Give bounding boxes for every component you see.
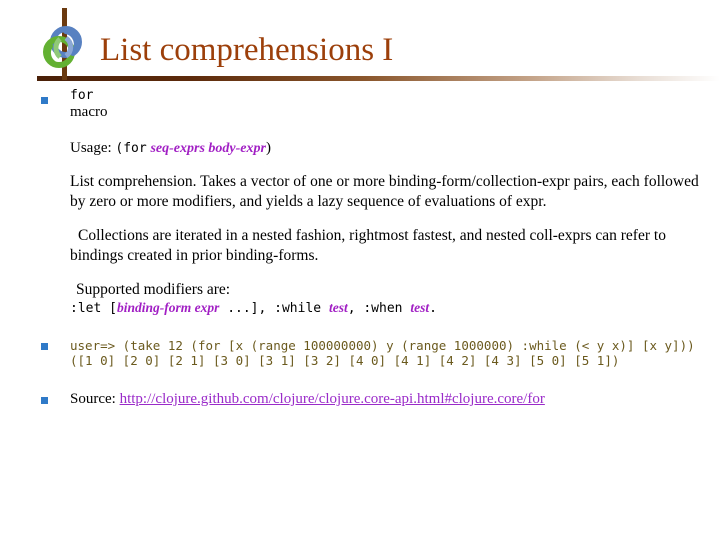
header-divider: [37, 76, 720, 81]
let-keyword: :let: [70, 301, 102, 316]
let-params: binding-form expr: [116, 300, 220, 315]
clojure-logo-icon: [40, 24, 88, 72]
when-param: test: [410, 300, 430, 315]
while-keyword: :while: [274, 301, 322, 316]
repl-input-line: user=> (take 12 (for [x (range 100000000…: [70, 338, 712, 353]
page-title: List comprehensions I: [100, 32, 394, 68]
usage-line: Usage: (for seq-exprs body-expr): [0, 139, 720, 158]
when-period: .: [429, 301, 437, 316]
repl-input: (take 12 (for [x (range 100000000) y (ra…: [115, 338, 695, 353]
slide-body: for macro Usage: (for seq-exprs body-exp…: [0, 88, 720, 409]
symbol-bullet-item: for macro: [0, 88, 720, 121]
while-separator: ,: [347, 301, 356, 316]
repl-prompt: user=>: [70, 338, 116, 353]
source-link[interactable]: http://clojure.github.com/clojure/clojur…: [120, 391, 545, 407]
source-label: Source:: [70, 391, 116, 407]
description-paragraph: List comprehension. Takes a vector of on…: [70, 173, 699, 210]
symbol-kind: macro: [70, 104, 108, 120]
usage-params: seq-exprs body-expr: [150, 141, 266, 156]
modifiers-section: Supported modifiers are: :let [binding-f…: [0, 280, 720, 318]
let-ellipsis: ...: [227, 301, 251, 316]
usage-close-paren: ): [265, 140, 271, 156]
while-param: test: [328, 300, 348, 315]
slide-header: List comprehensions I: [0, 0, 720, 88]
source-bullet-item: Source: http://clojure.github.com/clojur…: [0, 390, 720, 409]
bullet-square-icon: [41, 343, 48, 350]
usage-open-paren: (for: [115, 141, 147, 156]
modifiers-title: Supported modifiers are:: [76, 281, 231, 298]
usage-label: Usage:: [70, 140, 112, 156]
collections-paragraph: Collections are iterated in a nested fas…: [70, 227, 666, 264]
when-keyword: :when: [363, 301, 403, 316]
modifiers-syntax: :let [binding-form expr ...], :while tes…: [70, 299, 720, 318]
repl-output-line: ([1 0] [2 0] [2 1] [3 0] [3 1] [3 2] [4 …: [70, 353, 620, 368]
let-close-bracket: ],: [250, 301, 267, 316]
bullet-square-icon: [41, 97, 48, 104]
symbol-name: for: [70, 88, 94, 103]
let-open-bracket: [: [109, 301, 117, 316]
bullet-square-icon: [41, 397, 48, 404]
repl-example-bullet-item: user=> (take 12 (for [x (range 100000000…: [0, 338, 720, 368]
